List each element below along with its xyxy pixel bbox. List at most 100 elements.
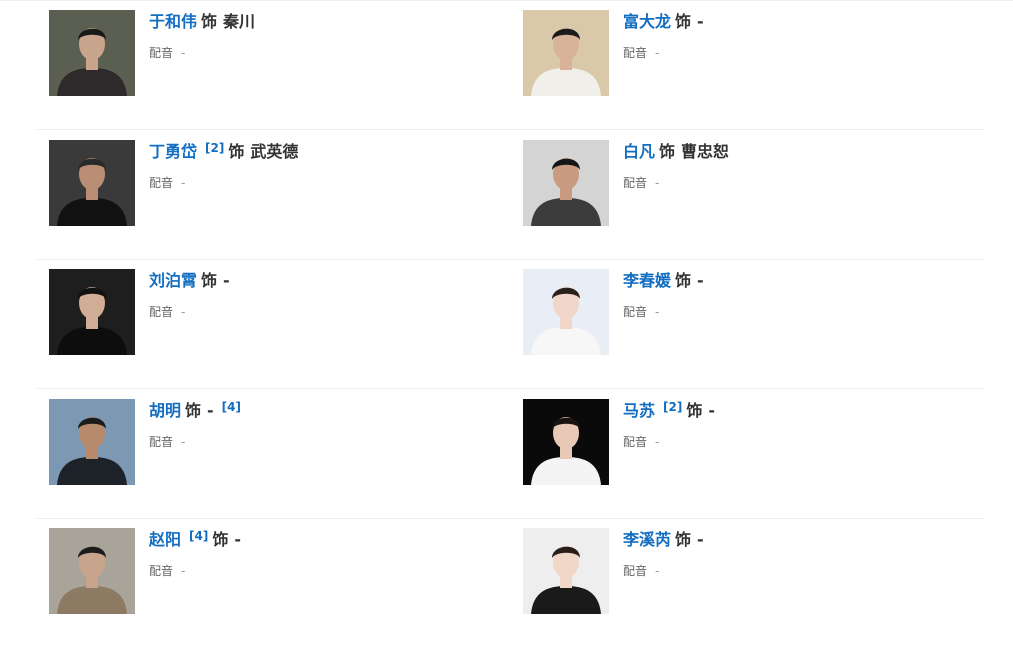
actor-portrait-image [49,10,135,96]
actor-photo[interactable] [523,10,609,96]
dubbing-label: 配音 [623,46,648,60]
cast-card: 于和伟饰秦川配音 - [37,0,511,120]
dubbing-value: - [655,564,660,578]
actor-portrait-image [523,140,609,226]
dubbing-line: 配音 - [149,174,499,192]
plays-label: 饰 [675,12,692,31]
plays-label: 饰 [185,401,202,420]
actor-role-line: 富大龙饰 - [623,10,973,34]
dubbing-value: - [181,564,186,578]
dubbing-line: 配音 - [623,562,973,580]
actor-role-line: 马苏 [2] 饰 - [623,399,973,423]
actor-photo[interactable] [49,399,135,485]
plays-label: 饰 [675,530,692,549]
dubbing-value: - [655,305,660,319]
dubbing-line: 配音 - [149,303,499,321]
actor-photo[interactable] [523,269,609,355]
actor-role-line: 丁勇岱 [2] 饰武英德 [149,140,499,164]
role-name: 秦川 [223,12,256,31]
actor-photo[interactable] [49,10,135,96]
role-name: - [697,271,704,290]
actor-role-line: 白凡饰曹忠恕 [623,140,973,164]
actor-info: 于和伟饰秦川配音 - [149,10,499,62]
cast-card: 马苏 [2] 饰 - 配音 - [511,389,985,509]
cast-card: 李溪芮饰 - 配音 - [511,518,985,638]
plays-label: 饰 [228,142,245,161]
actor-name-link[interactable]: 马苏 [623,401,655,420]
actor-name-link[interactable]: 丁勇岱 [149,142,197,161]
actor-name-link[interactable]: 李溪芮 [623,530,671,549]
reference-link[interactable]: [4] [222,400,241,414]
actor-info: 赵阳 [4] 饰 - 配音 - [149,528,499,580]
actor-name-link[interactable]: 刘泊霄 [149,271,197,290]
actor-info: 丁勇岱 [2] 饰武英德配音 - [149,140,499,192]
cast-card: 白凡饰曹忠恕 配音 - [511,130,985,250]
actor-info: 李溪芮饰 - 配音 - [623,528,973,580]
actor-name-link[interactable]: 白凡 [623,142,655,161]
cast-row: 刘泊霄饰 - 配音 - 李春媛饰 - 配音 - [37,259,985,389]
actor-role-line: 赵阳 [4] 饰 - [149,528,499,552]
dubbing-label: 配音 [623,435,648,449]
actor-photo[interactable] [523,399,609,485]
cast-row: 赵阳 [4] 饰 - 配音 - 李溪芮饰 - 配音 - [37,518,985,648]
dubbing-value: - [655,435,660,449]
actor-info: 马苏 [2] 饰 - 配音 - [623,399,973,451]
reference-link[interactable]: [4] [189,529,208,543]
cast-row: 于和伟饰秦川 配音 - 富大龙饰 - 配音 - [37,0,985,130]
actor-photo[interactable] [49,140,135,226]
actor-photo[interactable] [523,528,609,614]
dubbing-value: - [181,305,186,319]
actor-name-link[interactable]: 赵阳 [149,530,181,549]
dubbing-line: 配音 - [149,562,499,580]
cast-card: 李春媛饰 - 配音 - [511,259,985,379]
reference-link[interactable]: [2] [205,141,224,155]
role-name: - [697,12,704,31]
plays-label: 饰 [686,401,703,420]
cast-card: 丁勇岱 [2] 饰武英德配音 - [37,130,511,250]
dubbing-label: 配音 [149,46,174,60]
actor-name-link[interactable]: 富大龙 [623,12,671,31]
dubbing-line: 配音 - [623,433,973,451]
actor-photo[interactable] [49,528,135,614]
actor-role-line: 刘泊霄饰 - [149,269,499,293]
reference-link[interactable]: [2] [663,400,682,414]
actor-photo[interactable] [523,140,609,226]
dubbing-value: - [655,46,660,60]
dubbing-label: 配音 [149,305,174,319]
actor-portrait-image [523,10,609,96]
actor-portrait-image [49,399,135,485]
dubbing-line: 配音 - [623,303,973,321]
dubbing-label: 配音 [149,564,174,578]
actor-role-line: 李春媛饰 - [623,269,973,293]
actor-name-link[interactable]: 胡明 [149,401,181,420]
plays-label: 饰 [201,271,218,290]
actor-info: 李春媛饰 - 配音 - [623,269,973,321]
role-name: 武英德 [250,142,299,161]
dubbing-line: 配音 - [149,44,499,62]
actor-info: 胡明饰 - [4] 配音 - [149,399,499,451]
plays-label: 饰 [212,530,229,549]
actor-photo[interactable] [49,269,135,355]
dubbing-line: 配音 - [149,433,499,451]
cast-row: 胡明饰 - [4] 配音 - 马苏 [2] 饰 - 配音 - [37,389,985,519]
dubbing-value: - [181,46,186,60]
dubbing-label: 配音 [623,564,648,578]
actor-info: 刘泊霄饰 - 配音 - [149,269,499,321]
dubbing-value: - [181,435,186,449]
plays-label: 饰 [201,12,218,31]
actor-role-line: 李溪芮饰 - [623,528,973,552]
role-name: 曹忠恕 [681,142,730,161]
dubbing-label: 配音 [149,176,174,190]
actor-name-link[interactable]: 于和伟 [149,12,197,31]
actor-info: 富大龙饰 - 配音 - [623,10,973,62]
actor-name-link[interactable]: 李春媛 [623,271,671,290]
cast-row: 丁勇岱 [2] 饰武英德 配音 - 白凡饰曹忠恕 配音 - [37,130,985,260]
actor-portrait-image [49,528,135,614]
role-name: - [697,530,704,549]
role-name: - [234,530,241,549]
cast-card: 胡明饰 - [4] 配音 - [37,389,511,509]
role-name: - [708,401,715,420]
role-name: - [223,271,230,290]
plays-label: 饰 [659,142,676,161]
role-name: - [207,401,214,420]
